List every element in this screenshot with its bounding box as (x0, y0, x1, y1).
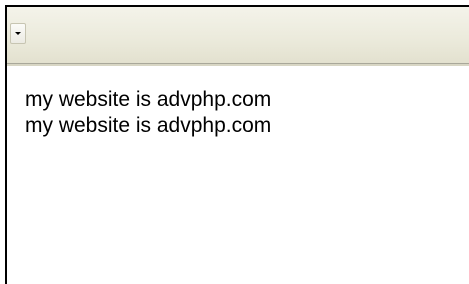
browser-window: my website is advphp.com my website is a… (5, 5, 469, 284)
toolbar (7, 7, 469, 66)
page-content: my website is advphp.com my website is a… (7, 69, 469, 284)
output-line: my website is advphp.com (25, 114, 272, 137)
dropdown-button[interactable] (10, 23, 26, 44)
chevron-down-icon (15, 32, 21, 35)
output-line: my website is advphp.com (25, 88, 272, 111)
